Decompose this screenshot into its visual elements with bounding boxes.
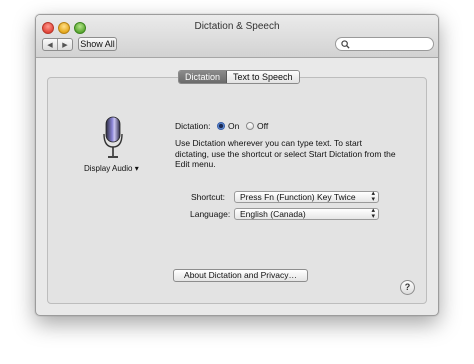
dictation-off-radio[interactable]	[246, 122, 254, 130]
language-label: Language:	[190, 209, 231, 219]
dictation-description: Use Dictation wherever you can type text…	[175, 138, 396, 169]
updown-arrows-icon: ▴ ▾	[371, 207, 375, 220]
shortcut-value: Press Fn (Function) Key Twice	[240, 192, 356, 202]
tab-bar: Dictation Text to Speech	[178, 70, 300, 84]
window-title: Dictation & Speech	[194, 21, 280, 32]
show-all-button[interactable]: Show All	[78, 37, 117, 51]
preferences-window: Dictation & Speech ◀ ▶ Show All Dictatio…	[35, 14, 439, 316]
magnifier-icon	[341, 40, 350, 49]
shortcut-label: Shortcut:	[191, 192, 226, 202]
shortcut-popup[interactable]: Press Fn (Function) Key Twice ▴ ▾	[234, 190, 379, 203]
language-popup[interactable]: English (Canada) ▴ ▾	[234, 207, 379, 220]
forward-icon[interactable]: ▶	[58, 39, 72, 50]
about-dictation-button[interactable]: About Dictation and Privacy…	[173, 269, 308, 282]
dictation-on-label[interactable]: On	[228, 121, 239, 131]
back-icon[interactable]: ◀	[43, 39, 58, 50]
tab-dictation[interactable]: Dictation	[179, 71, 228, 83]
updown-arrows-icon: ▴ ▾	[371, 190, 375, 203]
toolbar: Dictation & Speech ◀ ▶ Show All	[36, 15, 438, 58]
search-field[interactable]	[335, 37, 434, 51]
dictation-label: Dictation:	[175, 121, 211, 131]
back-forward-control: ◀ ▶	[42, 38, 73, 51]
mic-source-selector[interactable]: Display Audio ▾	[84, 164, 139, 173]
dictation-off-label[interactable]: Off	[257, 121, 268, 131]
language-value: English (Canada)	[240, 209, 306, 219]
tab-text-to-speech[interactable]: Text to Speech	[227, 71, 299, 83]
dictation-on-radio[interactable]	[217, 122, 225, 130]
help-button[interactable]: ?	[400, 280, 415, 295]
mic-source-label: Display Audio	[84, 164, 133, 173]
microphone-icon	[103, 116, 123, 158]
chevron-down-icon: ▾	[134, 164, 139, 173]
